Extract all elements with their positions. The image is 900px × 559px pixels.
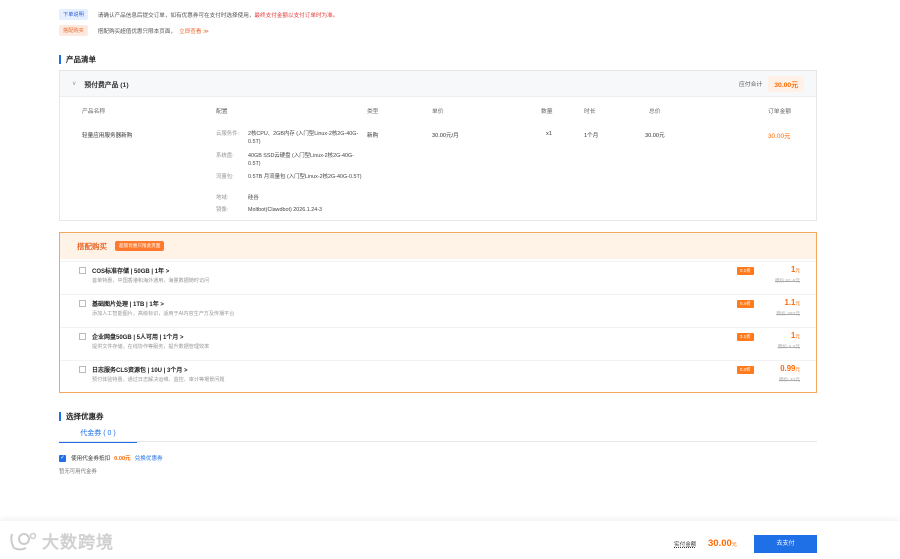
use-coupon-row: ✓ 使用代金券抵扣 0.00元 兑换优惠券 — [59, 454, 163, 462]
product-list-title: 产品清单 — [59, 55, 96, 64]
col-header-duration: 时长 — [584, 109, 596, 115]
order-notice-highlight: 最终支付金额以支付订单时为准。 — [254, 12, 339, 19]
bundle-checkbox[interactable] — [79, 333, 86, 340]
config-instance: 云服务件: 2核CPU、2GB内存 (入门型Linux-2核2G-40G-0.5… — [216, 131, 359, 145]
coupon-section-title: 选择优惠券 — [59, 412, 104, 421]
col-header-name: 产品名称 — [82, 109, 106, 115]
col-header-quantity: 数量 — [541, 109, 553, 115]
pay-amount: 30.00元 — [708, 538, 737, 549]
view-now-link[interactable]: 立即查看 ≫ — [179, 27, 209, 35]
product-total: 30.00元 — [645, 133, 665, 139]
product-group-label: 预付费产品 (1) — [84, 81, 129, 89]
bundle-item[interactable]: COS标准存储 | 50GB | 1年 > 首单特惠，中国香港和海外通用，海量数… — [60, 261, 816, 294]
bundle-item-desc: 首单特惠，中国香港和海外通用，海量数据随时访问 — [92, 278, 210, 284]
bundle-notice-tag: 搭配购买 — [59, 25, 88, 36]
bundle-checkbox[interactable] — [79, 267, 86, 274]
discount-badge: 3.1折 — [737, 333, 754, 341]
bundle-item[interactable]: 企业网盘50GB | 5人可用 | 1个月 > 提供文件存储，在线协作等服务，提… — [60, 327, 816, 360]
bundle-item[interactable]: 日志服务CLS资源包 | 10U | 3个月 > 预付体验特惠，通过日志解决运维… — [60, 360, 816, 393]
no-coupon-text: 暂无可用代金券 — [59, 469, 97, 475]
col-header-config: 配置 — [216, 109, 228, 115]
bundle-item-desc: 添加人工智能图片，高级标识，适用于AI内容生产方及传播平台 — [92, 311, 235, 317]
pay-button[interactable]: 去支付 — [754, 535, 817, 553]
bundle-checkbox[interactable] — [79, 366, 86, 373]
divider — [59, 441, 817, 442]
col-header-order-amount: 订单金额 — [768, 109, 792, 115]
bundle-header: 搭配购买 超值优惠只限此页面 — [60, 233, 816, 259]
bundle-item[interactable]: 基础图片处理 | 1TB | 1年 > 添加人工智能图片，高级标识，适用于AI内… — [60, 294, 816, 327]
exchange-coupon-link[interactable]: 兑换优惠券 — [135, 454, 163, 462]
use-coupon-label: 使用代金券抵扣 — [71, 456, 111, 462]
bundle-checkbox[interactable] — [79, 300, 86, 307]
bundle-item-original-price: 原价 81.6元 — [774, 279, 800, 284]
bundle-item-name[interactable]: 日志服务CLS资源包 | 10U | 3个月 > — [92, 365, 188, 374]
bundle-item-price: 1元 — [791, 265, 800, 274]
order-notice-text: 请确认产品信息后提交订单，如有优惠券可在支付时选择使用， — [97, 12, 255, 19]
coupon-amount: 0.00元 — [114, 456, 131, 462]
total-value: 30.00元 — [768, 75, 804, 92]
col-header-unit-price: 单价 — [432, 109, 444, 115]
product-type: 新购 — [367, 133, 379, 139]
bundle-item-name[interactable]: 企业网盘50GB | 5人可用 | 1个月 > — [92, 332, 184, 341]
order-notice: 下单说明 请确认产品信息后提交订单，如有优惠券可在支付时选择使用， 最终支付金额… — [59, 9, 338, 20]
total-label: 应付合计 — [738, 82, 763, 88]
bundle-item-name[interactable]: 基础图片处理 | 1TB | 1年 > — [92, 299, 164, 308]
product-order-amount: 30.00元 — [768, 133, 791, 140]
bundle-item-name[interactable]: COS标准存储 | 50GB | 1年 > — [92, 266, 169, 275]
bundle-pill: 超值优惠只限此页面 — [115, 241, 165, 251]
bundle-item-original-price: 原价 32元 — [778, 378, 800, 383]
config-traffic: 流量包: 0.5TB 月流量包 (入门型Linux-2核2G-40G-0.5T) — [216, 174, 362, 180]
product-quantity: x1 — [546, 131, 552, 137]
bundle-card: 搭配购买 超值优惠只限此页面 COS标准存储 | 50GB | 1年 > 首单特… — [59, 232, 817, 393]
product-group-header[interactable]: ∨ 预付费产品 (1) 应付合计 30.00元 — [60, 71, 816, 97]
use-coupon-checkbox[interactable]: ✓ — [59, 454, 66, 462]
bundle-item-original-price: 原价 282元 — [776, 312, 800, 317]
bundle-notice-text: 搭配购买超值优惠只限本页面， — [97, 28, 177, 35]
bundle-item-price: 0.99元 — [780, 364, 800, 373]
product-card: ∨ 预付费产品 (1) 应付合计 30.00元 产品名称 配置 类型 单价 数量… — [59, 70, 817, 221]
product-name: 轻量应用服务器新购 — [82, 133, 133, 139]
checkout-bar: 实付金额 30.00元 去支付 — [0, 521, 900, 559]
pay-label: 实付金额 — [674, 542, 697, 548]
bundle-item-price: 1.1元 — [784, 298, 800, 307]
discount-badge: 0.3折 — [737, 366, 754, 374]
config-region: 地域: 硅谷 — [216, 195, 259, 201]
watermark: 大数跨境 — [8, 528, 114, 553]
bundle-item-desc: 提供文件存储，在线协作等服务，提升数据管理效率 — [92, 344, 210, 350]
product-unit-price: 30.00元/月 — [432, 133, 459, 139]
product-duration: 1个月 — [584, 133, 599, 139]
watermark-logo-icon — [10, 532, 37, 550]
col-header-total: 总价 — [649, 109, 661, 115]
bundle-item-original-price: 原价 3.2元 — [777, 345, 800, 350]
bundle-title: 搭配购买 — [77, 241, 107, 251]
col-header-type: 类型 — [367, 109, 379, 115]
discount-badge: 0.1折 — [737, 267, 754, 275]
watermark-text: 大数跨境 — [42, 533, 114, 552]
bundle-item-price: 1元 — [791, 331, 800, 340]
config-image: 镜像: Moltbot(Clawdbot) 2026.1.24-3 — [216, 207, 323, 213]
chevron-down-icon[interactable]: ∨ — [72, 80, 76, 87]
bundle-item-desc: 预付体验特惠，通过日志解决运维、监控、审计等場景问题 — [92, 377, 225, 383]
discount-badge: 0.4折 — [737, 300, 754, 308]
order-notice-tag: 下单说明 — [59, 9, 88, 20]
config-disk: 系统盘: 40GB SSD云硬盘 (入门型Linux-2核2G-40G-0.5T… — [216, 153, 355, 167]
bundle-notice: 搭配购买 搭配购买超值优惠只限本页面， 立即查看 ≫ — [59, 25, 209, 36]
